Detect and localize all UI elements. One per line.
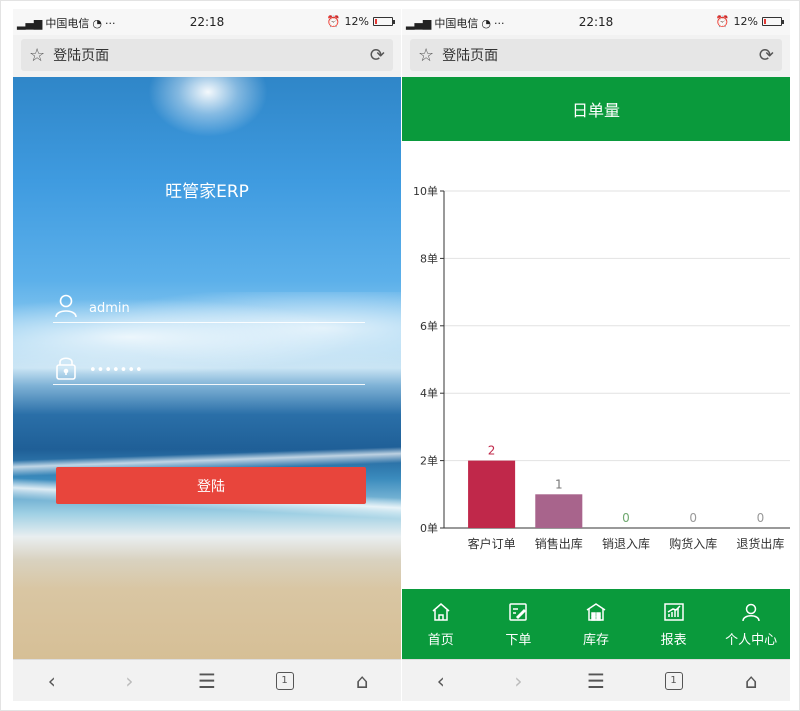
forward-icon[interactable]: › bbox=[109, 666, 149, 696]
battery-icon bbox=[762, 17, 784, 26]
battery-icon bbox=[373, 17, 395, 26]
x-tick-label: 销退入库 bbox=[602, 536, 650, 551]
user-icon bbox=[55, 294, 77, 318]
tab-profile[interactable]: 个人中心 bbox=[712, 589, 790, 659]
edit-icon bbox=[509, 602, 528, 621]
y-tick-label: 8单 bbox=[420, 252, 438, 265]
data-label: 2 bbox=[488, 444, 496, 458]
status-bar: ▂▄▆ 中国电信 ◔ ··· 22:18 ⏰ 12% bbox=[13, 9, 401, 35]
tab-count: 1 bbox=[275, 671, 294, 690]
warehouse-icon bbox=[586, 602, 606, 621]
y-tick-label: 6单 bbox=[420, 320, 438, 333]
bar bbox=[535, 494, 583, 528]
status-right: ⏰ 12% bbox=[715, 15, 784, 28]
user-icon bbox=[742, 603, 760, 621]
home-nav-icon[interactable]: ⌂ bbox=[342, 666, 382, 696]
browser-nav-bar: ‹ › ☰ 1 ⌂ bbox=[402, 659, 790, 701]
page-title: 登陆页面 bbox=[442, 48, 499, 64]
chart-svg: 0单 2单 4单 6单 8单 10单 2 客户订单 1 销售出库 0 销退入库 0 购货入库 0 退货出库 bbox=[413, 185, 790, 551]
y-tick-label: 0单 bbox=[420, 522, 438, 535]
home-nav-icon[interactable]: ⌂ bbox=[731, 666, 771, 696]
login-button[interactable]: 登陆 bbox=[56, 467, 366, 504]
chart-header: 日单量 bbox=[402, 77, 790, 141]
chart-phone-screen: ▂▄▆ 中国电信 ◔ ··· 22:18 ⏰ 12% ☆ 登陆页面 ⟳ 日单量 … bbox=[402, 9, 790, 701]
reload-icon[interactable]: ⟳ bbox=[370, 45, 385, 66]
data-label: 0 bbox=[622, 511, 630, 525]
x-tick-label: 客户订单 bbox=[468, 536, 516, 551]
url-field[interactable]: ☆ 登陆页面 ⟳ bbox=[410, 39, 782, 71]
url-field[interactable]: ☆ 登陆页面 ⟳ bbox=[21, 39, 393, 71]
tab-inventory[interactable]: 库存 bbox=[557, 589, 635, 659]
tabs-button[interactable]: 1 bbox=[654, 666, 694, 696]
bottom-tab-bar: 首页 下单 库存 报表 个人中心 bbox=[402, 589, 790, 659]
x-tick-label: 购货入库 bbox=[669, 536, 717, 551]
lock-icon bbox=[56, 357, 76, 380]
data-label: 1 bbox=[555, 477, 563, 491]
back-icon[interactable]: ‹ bbox=[32, 666, 72, 696]
tab-label: 首页 bbox=[427, 632, 454, 648]
page-title: 登陆页面 bbox=[53, 48, 110, 64]
daily-orders-chart: 0单 2单 4单 6单 8单 10单 2 客户订单 1 销售出库 0 销退入库 0 购货入库 0 退货出库 bbox=[402, 141, 790, 589]
menu-icon[interactable]: ☰ bbox=[187, 666, 227, 696]
tab-label: 下单 bbox=[505, 632, 532, 648]
tab-home[interactable]: 首页 bbox=[402, 589, 480, 659]
data-label: 0 bbox=[689, 511, 697, 525]
browser-url-bar: ☆ 登陆页面 ⟳ bbox=[402, 35, 790, 77]
menu-icon[interactable]: ☰ bbox=[576, 666, 616, 696]
y-tick-label: 2单 bbox=[420, 455, 438, 468]
screenshot-frame: ▂▄▆ 中国电信 ◔ ··· 22:18 ⏰ 12% ☆ 登陆页面 ⟳ 旺管家E… bbox=[0, 0, 800, 711]
back-icon[interactable]: ‹ bbox=[421, 666, 461, 696]
battery-percent: 12% bbox=[344, 15, 369, 28]
login-phone-screen: ▂▄▆ 中国电信 ◔ ··· 22:18 ⏰ 12% ☆ 登陆页面 ⟳ 旺管家E… bbox=[13, 9, 401, 701]
sun-glow bbox=[148, 77, 268, 137]
bookmark-star-icon[interactable]: ☆ bbox=[418, 45, 434, 66]
tab-label: 个人中心 bbox=[725, 632, 778, 648]
bar bbox=[468, 460, 516, 528]
chart-icon bbox=[663, 602, 684, 621]
x-tick-label: 退货出库 bbox=[736, 536, 784, 551]
reload-icon[interactable]: ⟳ bbox=[759, 45, 774, 66]
status-right: ⏰ 12% bbox=[326, 15, 395, 28]
tabs-button[interactable]: 1 bbox=[265, 666, 305, 696]
username-field[interactable]: admin bbox=[53, 289, 365, 323]
tab-label: 报表 bbox=[660, 632, 687, 648]
tab-count: 1 bbox=[664, 671, 683, 690]
tab-reports[interactable]: 报表 bbox=[635, 589, 713, 659]
x-tick-label: 销售出库 bbox=[535, 536, 583, 551]
browser-url-bar: ☆ 登陆页面 ⟳ bbox=[13, 35, 401, 77]
password-field[interactable]: ••••••• bbox=[53, 351, 365, 385]
status-bar: ▂▄▆ 中国电信 ◔ ··· 22:18 ⏰ 12% bbox=[402, 9, 790, 35]
password-value[interactable]: ••••••• bbox=[89, 363, 143, 380]
data-label: 0 bbox=[757, 511, 765, 525]
y-tick-label: 4单 bbox=[420, 387, 438, 400]
tab-label: 库存 bbox=[582, 632, 609, 648]
alarm-icon: ⏰ bbox=[326, 15, 341, 28]
bookmark-star-icon[interactable]: ☆ bbox=[29, 45, 45, 66]
tab-order[interactable]: 下单 bbox=[480, 589, 558, 659]
browser-nav-bar: ‹ › ☰ 1 ⌂ bbox=[13, 659, 401, 701]
y-tick-label: 10单 bbox=[413, 185, 438, 198]
app-title: 旺管家ERP bbox=[165, 182, 249, 202]
alarm-icon: ⏰ bbox=[715, 15, 730, 28]
home-icon bbox=[432, 602, 450, 621]
battery-percent: 12% bbox=[733, 15, 758, 28]
login-background: 旺管家ERP admin ••••••• 登陆 bbox=[13, 77, 401, 659]
forward-icon[interactable]: › bbox=[498, 666, 538, 696]
username-value[interactable]: admin bbox=[89, 301, 130, 318]
